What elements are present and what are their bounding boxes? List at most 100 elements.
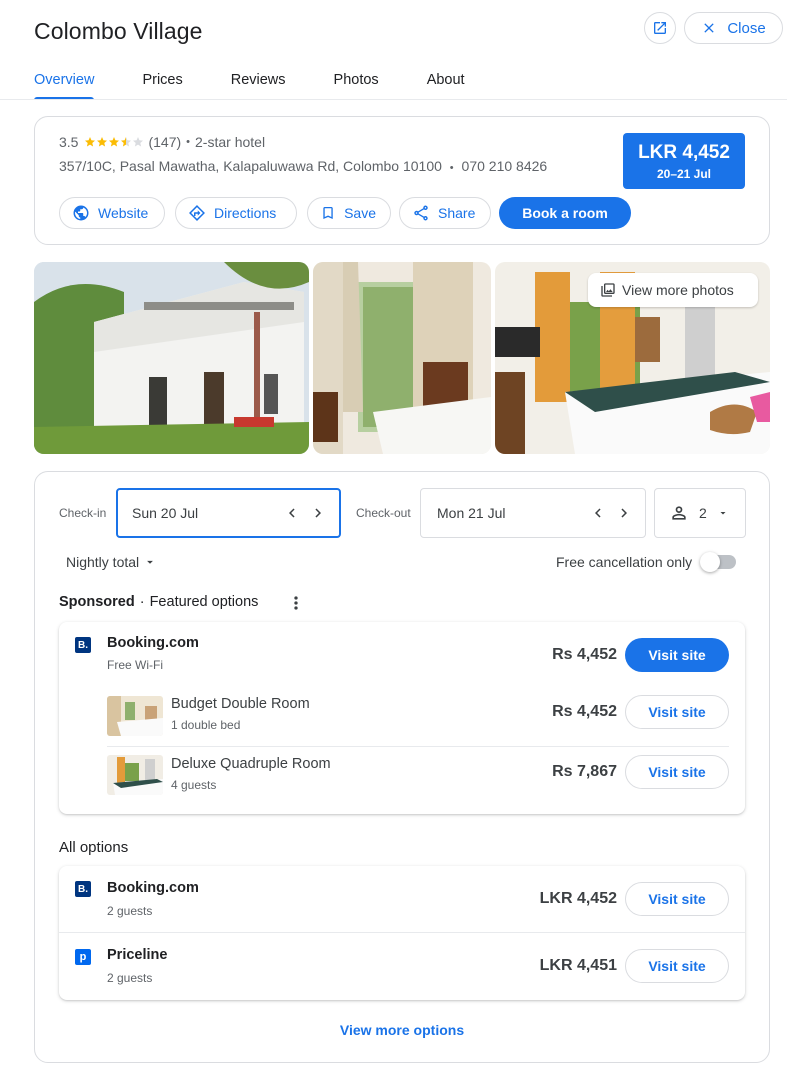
tabs-divider: [0, 99, 787, 100]
room-name[interactable]: Budget Double Room: [171, 696, 310, 712]
room-bed-photo[interactable]: View more photos: [495, 262, 770, 454]
visit-site-button[interactable]: Visit site: [625, 638, 729, 672]
checkin-field[interactable]: Sun 20 Jul: [116, 488, 341, 538]
price-badge-dates: 20–21 Jul: [656, 167, 712, 181]
directions-label: Directions: [214, 205, 277, 221]
address-line: 357/10C, Pasal Mawatha, Kalapaluwawa Rd,…: [59, 158, 547, 174]
directions-button[interactable]: Directions: [175, 197, 297, 229]
provider-price: LKR 4,451: [539, 957, 617, 974]
star-icon: [109, 137, 120, 147]
dropdown-arrow-icon: [147, 560, 154, 564]
more-vert-icon[interactable]: [286, 593, 306, 613]
room-thumbnail: [107, 755, 163, 795]
provider-name[interactable]: Booking.com: [107, 880, 199, 896]
close-button[interactable]: Close: [684, 12, 783, 44]
visit-site-button[interactable]: Visit site: [625, 755, 729, 789]
checkin-value: Sun 20 Jul: [132, 505, 199, 521]
hotel-class: 2-star hotel: [195, 134, 266, 150]
room-thumbnail: [107, 696, 163, 736]
free-cancellation-toggle[interactable]: [700, 552, 737, 572]
price-badge[interactable]: LKR 4,452 20–21 Jul: [623, 133, 745, 189]
nightly-total-label: Nightly total: [66, 554, 140, 570]
share-button[interactable]: Share: [399, 197, 491, 229]
star-icon: [97, 137, 108, 147]
room-price: Rs 7,867: [552, 763, 617, 780]
checkin-label: Check-in: [59, 506, 107, 520]
prices-card: Check-in Sun 20 Jul Check-out Mon 21 Jul…: [34, 471, 770, 1063]
tab-about[interactable]: About: [427, 72, 465, 100]
separator-dot: •: [186, 136, 191, 148]
heading-separator: ·: [139, 594, 145, 610]
provider-price: LKR 4,452: [539, 890, 617, 907]
open-external-button[interactable]: [644, 12, 676, 44]
share-label: Share: [438, 205, 476, 221]
room-name[interactable]: Deluxe Quadruple Room: [171, 756, 331, 772]
photo-library-icon: [601, 283, 615, 297]
provider-perk: Free Wi-Fi: [107, 658, 163, 672]
view-more-photos-button[interactable]: View more photos: [588, 273, 758, 307]
star-empty-icon: [133, 137, 144, 147]
chevron-right-icon[interactable]: [615, 504, 633, 522]
phone-number[interactable]: 070 210 8426: [462, 158, 548, 174]
website-button[interactable]: Website: [59, 197, 165, 229]
rating-line: 3.5 (147) • 2-star hotel: [59, 134, 265, 150]
room-balcony-illustration: [313, 262, 491, 454]
save-label: Save: [344, 205, 376, 221]
toggle-knob: [700, 552, 721, 572]
provider-detail: 2 guests: [107, 971, 153, 985]
dropdown-arrow-icon: [720, 512, 726, 515]
checkout-label: Check-out: [356, 506, 411, 520]
priceline-logo: p: [75, 949, 91, 965]
provider-price: Rs 4,452: [552, 646, 617, 663]
review-count[interactable]: (147): [148, 134, 181, 150]
save-button[interactable]: Save: [307, 197, 391, 229]
visit-site-button[interactable]: Visit site: [625, 882, 729, 916]
price-badge-amount: LKR 4,452: [638, 142, 730, 163]
hotel-summary-card: 3.5 (147) • 2-star hotel 357/10C, Pasal …: [34, 116, 770, 245]
close-label: Close: [727, 19, 766, 37]
close-icon: [704, 23, 714, 33]
provider-detail: 2 guests: [107, 904, 153, 918]
star-half-icon: [121, 137, 132, 147]
open-in-new-icon: [654, 22, 666, 34]
checkout-field[interactable]: Mon 21 Jul: [420, 488, 646, 538]
action-row: Website Directions Save Share Book a roo…: [59, 197, 631, 229]
free-cancellation-filter: Free cancellation only: [556, 552, 737, 572]
room-balcony-photo[interactable]: [313, 262, 491, 454]
tab-bar: Overview Prices Reviews Photos About: [34, 72, 513, 100]
free-cancellation-label: Free cancellation only: [556, 554, 693, 570]
separator-dot: •: [449, 162, 454, 174]
nightly-total-dropdown[interactable]: Nightly total: [66, 554, 157, 570]
star-icon: [85, 137, 96, 147]
tab-overview[interactable]: Overview: [34, 72, 95, 100]
bookmark-icon: [323, 206, 333, 220]
tab-prices[interactable]: Prices: [142, 72, 182, 100]
visit-site-button[interactable]: Visit site: [625, 949, 729, 983]
guests-selector[interactable]: 2: [654, 488, 746, 538]
tab-photos[interactable]: Photos: [334, 72, 379, 100]
chevron-right-icon[interactable]: [309, 504, 327, 522]
room-detail: 4 guests: [171, 778, 217, 792]
book-room-button[interactable]: Book a room: [499, 197, 631, 229]
hotel-exterior-illustration: [34, 262, 309, 454]
sponsored-label: Sponsored: [59, 594, 135, 610]
provider-name[interactable]: Booking.com: [107, 635, 199, 651]
globe-icon: [73, 205, 89, 221]
hotel-exterior-photo[interactable]: [34, 262, 309, 454]
visit-site-button[interactable]: Visit site: [625, 695, 729, 729]
room-price: Rs 4,452: [552, 703, 617, 720]
chevron-left-icon[interactable]: [283, 504, 301, 522]
person-icon: [672, 506, 686, 520]
tab-reviews[interactable]: Reviews: [231, 72, 286, 100]
chevron-left-icon[interactable]: [589, 504, 607, 522]
view-more-photos-label: View more photos: [622, 282, 734, 298]
row-divider: [107, 746, 729, 747]
room-thumbnail-image: [107, 696, 163, 736]
booking-logo: B.: [75, 637, 91, 653]
featured-options-title: Featured options: [149, 594, 259, 610]
provider-name[interactable]: Priceline: [107, 947, 167, 963]
view-more-options-link[interactable]: View more options: [35, 1022, 769, 1038]
row-divider: [59, 932, 745, 933]
checkout-value: Mon 21 Jul: [437, 505, 506, 521]
star-rating: [84, 136, 144, 148]
